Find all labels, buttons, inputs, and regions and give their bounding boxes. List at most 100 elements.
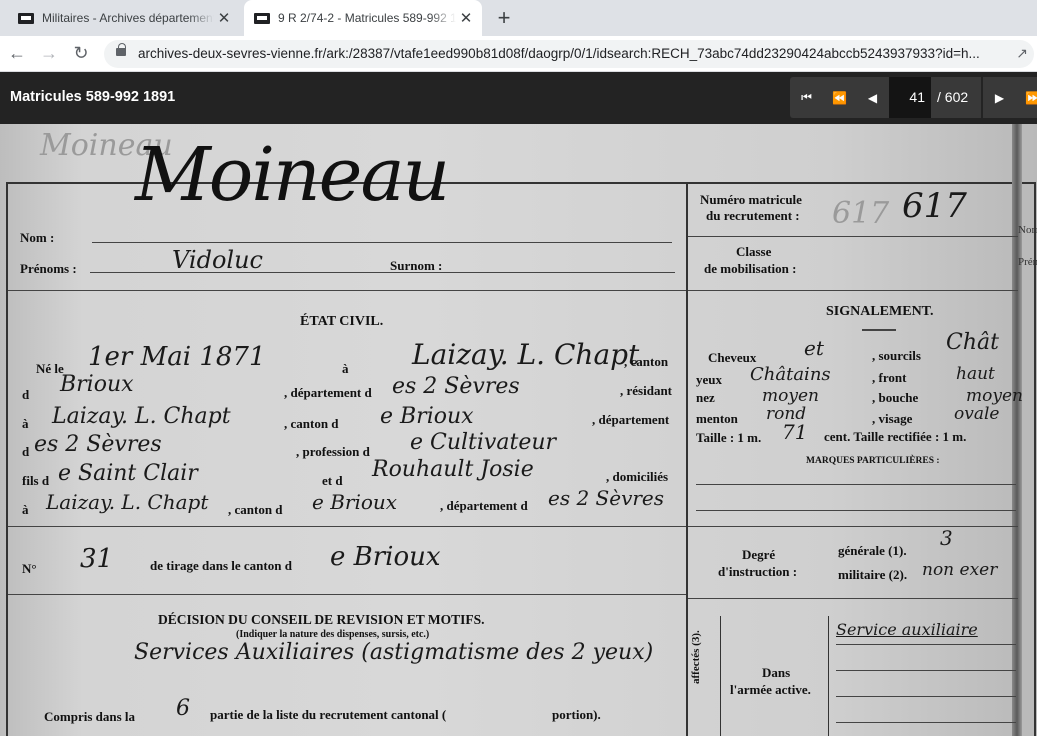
rule [696, 510, 1016, 511]
fast-forward-icon[interactable]: ⏩ [1016, 77, 1037, 118]
share-icon[interactable]: ↗ [1016, 45, 1028, 62]
rule [8, 594, 686, 595]
tirage-label: de tirage dans le canton d [150, 558, 292, 573]
prenoms-label: Prénoms : [20, 261, 77, 276]
service-auxiliaire-value: Service auxiliaire [836, 620, 978, 639]
rule [696, 484, 1016, 485]
degre-label: Degré [742, 547, 776, 562]
dans-label: Dans [762, 665, 791, 680]
canton-label: , canton [624, 354, 669, 369]
document-title: Matricules 589-992 1891 [10, 89, 176, 105]
prenoms-value: Vidoluc [172, 246, 263, 274]
birth-date-value: 1er Mai 1871 [88, 342, 266, 372]
numero-matricule-label: Numéro matricule [700, 192, 802, 207]
dept2-value: es 2 Sèvres [34, 432, 162, 457]
sourcils-label: , sourcils [872, 348, 921, 363]
bouche-value: moyen [966, 386, 1023, 406]
first-page-icon[interactable]: ⏮ [790, 77, 823, 118]
a-label-2: à [22, 416, 29, 431]
forward-arrow-icon[interactable]: → [38, 42, 60, 64]
page-navigator: ⏮ ⏪ ◀ 41 / 602 ▶ ⏩ [790, 77, 1037, 118]
nez-value: moyen [762, 386, 819, 406]
instruction-label: d'instruction : [718, 564, 798, 579]
canton-value: Brioux [60, 372, 134, 397]
rule [90, 272, 675, 273]
residant-label: , résidant [620, 383, 672, 398]
etat-civil-heading: ÉTAT CIVIL. [300, 314, 384, 329]
viewer-toolbar: Matricules 589-992 1891 ⏮ ⏪ ◀ 41 / 602 ▶… [0, 72, 1037, 124]
bouche-label: , bouche [872, 390, 919, 405]
page-number-input[interactable]: 41 [889, 77, 931, 118]
url-text[interactable]: archives-deux-sevres-vienne.fr/ark:/2838… [138, 46, 998, 61]
compris-label: Compris dans la [44, 709, 136, 724]
signalement-heading: SIGNALEMENT. [826, 304, 934, 319]
militaire-label: militaire (2). [838, 567, 908, 582]
rule [836, 670, 1016, 671]
address-bar: ← → ↻ archives-deux-sevres-vienne.fr/ark… [0, 36, 1037, 72]
nom-label: Nom : [20, 230, 55, 245]
generale-value: 3 [940, 526, 953, 550]
compris-value: 6 [176, 696, 190, 721]
column-divider [720, 616, 721, 736]
lock-icon[interactable] [116, 43, 126, 56]
partie-label: partie de la liste du recrutement canton… [210, 707, 447, 722]
father-value: e Saint Clair [58, 461, 198, 486]
decision-heading: DÉCISION DU CONSEIL DE REVISION ET MOTIF… [158, 612, 485, 627]
classe-label: Classe [736, 244, 772, 259]
du-recrutement-label: du recrutement : [706, 208, 800, 223]
reload-icon[interactable]: ↻ [70, 42, 92, 64]
taille-label: Taille : 1 m. [696, 430, 762, 445]
matricule-value: 617 [902, 186, 967, 226]
domicile-value: Laizay. L. Chapt [46, 490, 209, 514]
birth-place-value: Laizay. L. Chapt [412, 338, 640, 371]
close-tab-icon[interactable]: ✕ [456, 9, 476, 27]
rule [862, 329, 896, 331]
url-field[interactable]: archives-deux-sevres-vienne.fr/ark:/2838… [104, 40, 1034, 68]
back-arrow-icon[interactable]: ← [6, 42, 28, 64]
rewind-icon[interactable]: ⏪ [823, 77, 856, 118]
document-viewport[interactable]: Moineau Moineau Nom : Prénoms : Vidoluc … [0, 124, 1037, 736]
decision-subheading: (Indiquer la nature des dispenses, sursi… [236, 629, 430, 640]
browser-tab-strip: Militaires - Archives départementales ✕ … [0, 0, 1037, 36]
previous-page-icon[interactable]: ◀ [856, 77, 889, 118]
rule [8, 526, 686, 527]
new-tab-button[interactable]: + [492, 5, 516, 31]
tab-title: Militaires - Archives départementales [42, 11, 214, 25]
visage-label: , visage [872, 411, 913, 426]
rule [688, 598, 1018, 599]
tab-matricules[interactable]: 9 R 2/74-2 - Matricules 589-992 1891 ✕ [244, 0, 482, 36]
taille-rectifiee-label: cent. Taille rectifiée : 1 m. [824, 429, 967, 444]
next-page-icon[interactable]: ▶ [983, 77, 1016, 118]
profession-value: e Cultivateur [410, 430, 557, 455]
archive-favicon-icon [18, 12, 34, 24]
next-page-edge-prenoms: Préno [1018, 256, 1037, 268]
rule [836, 644, 1016, 645]
archive-favicon-icon [254, 12, 270, 24]
close-tab-icon[interactable]: ✕ [214, 9, 234, 27]
page-total: / 602 [931, 77, 981, 118]
yeux-value: Châtains [750, 364, 831, 385]
domicilies-label: , domiciliés [606, 469, 669, 484]
front-value: haut [956, 364, 995, 384]
menton-label: menton [696, 411, 738, 426]
affectes-label: affectés (3). [690, 630, 702, 684]
cheveux-et: et [804, 336, 824, 360]
decision-value: Services Auxiliaires (astigmatisme des 2… [134, 640, 654, 665]
tab-militaires[interactable]: Militaires - Archives départementales ✕ [8, 0, 240, 36]
departement-de-label-2: , département d [440, 498, 528, 513]
rule [836, 722, 1016, 723]
rule [688, 236, 1018, 237]
next-page-edge-nom: Nom : [1018, 224, 1037, 236]
departement-label: , département [592, 412, 670, 427]
armee-active-label: l'armée active. [730, 682, 811, 697]
d-label: d [22, 387, 30, 402]
canton2-value: e Brioux [380, 404, 474, 429]
yeux-label: yeux [696, 372, 722, 387]
d-label-2: d [22, 444, 30, 459]
front-label: , front [872, 370, 907, 385]
mobilisation-label: de mobilisation : [704, 261, 797, 276]
et-d-label: et d [322, 473, 343, 488]
portion-label: portion). [552, 707, 601, 722]
sourcils-value: Chât [946, 330, 999, 355]
numero-label: N° [22, 561, 37, 576]
